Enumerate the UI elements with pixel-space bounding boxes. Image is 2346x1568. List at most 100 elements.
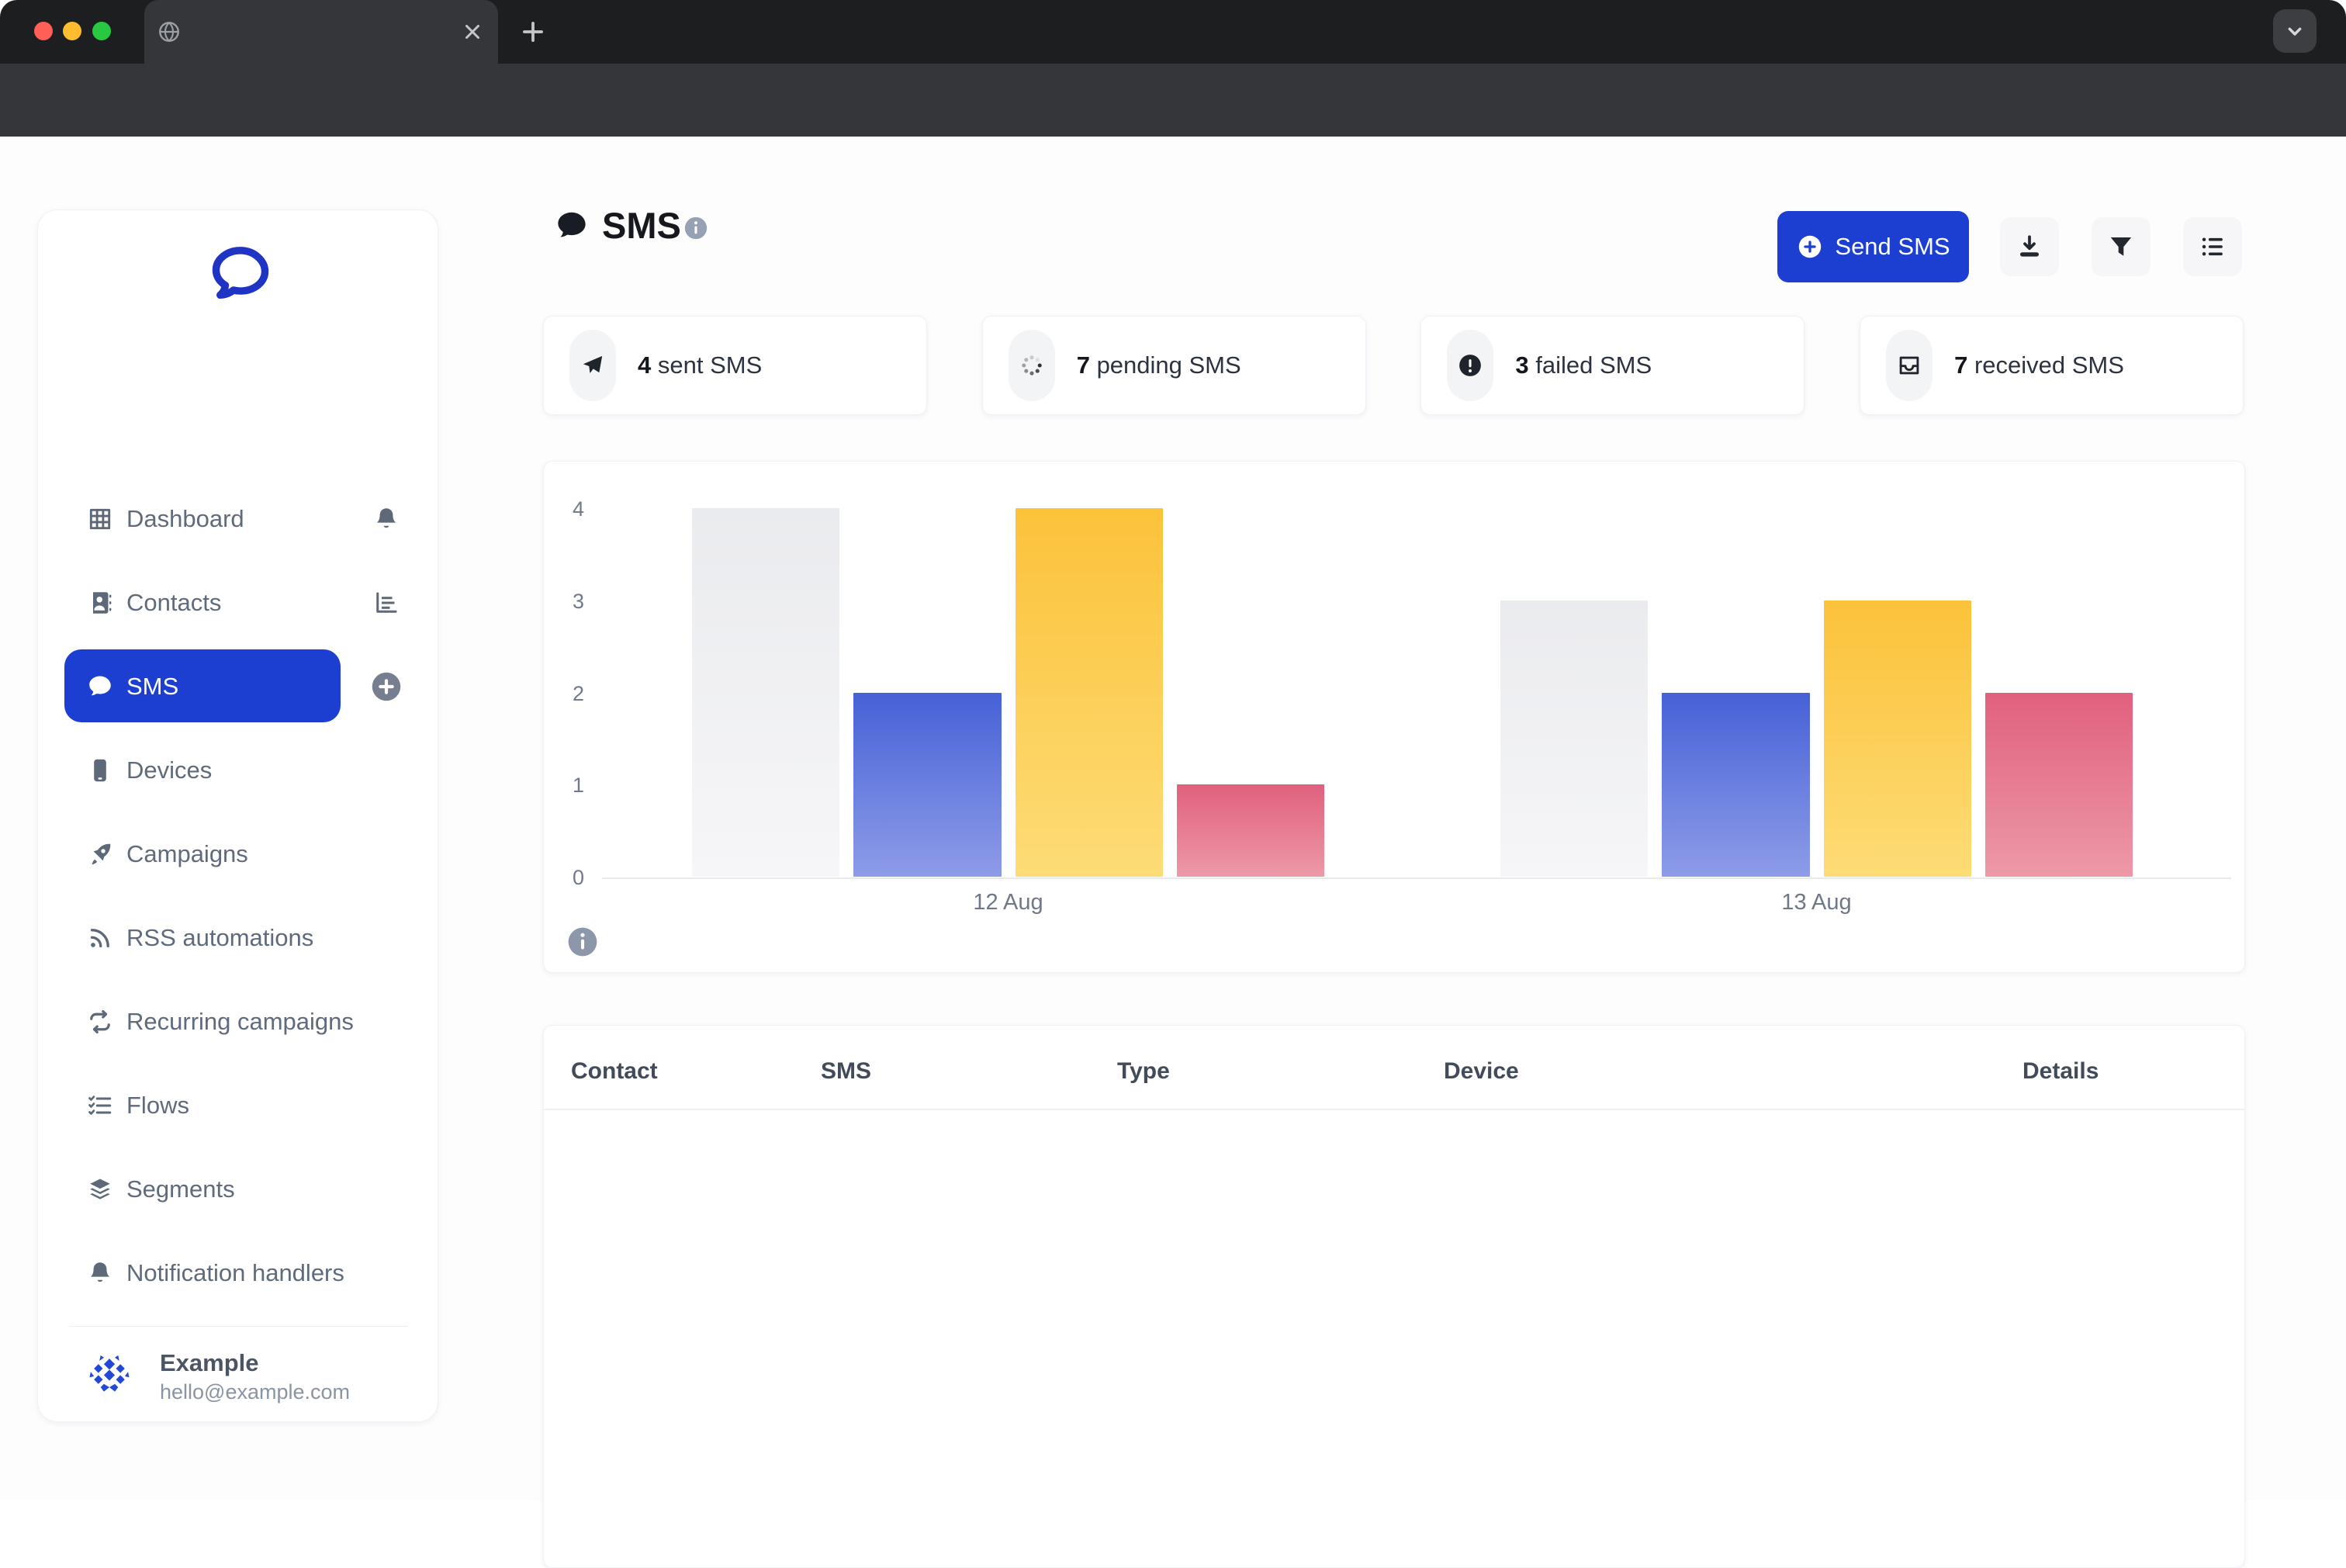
browser-tab[interactable] [144, 0, 498, 64]
new-tab-button[interactable] [518, 17, 548, 47]
sidebar-item-flows[interactable]: Flows [38, 1064, 438, 1147]
sms-title-icon [554, 208, 590, 244]
bar-chart-icon[interactable] [372, 589, 400, 617]
stats-row: 4 sent SMS 7 pending SMS 3 failed SMS 7 … [543, 316, 2245, 415]
stat-card-sent-SMS: 4 sent SMS [543, 316, 927, 415]
tab-close-icon[interactable] [461, 20, 484, 43]
grid-icon [86, 505, 114, 533]
tab-overflow-button[interactable] [2273, 9, 2317, 53]
repeat-icon [86, 1008, 114, 1036]
sidebar-item-sms[interactable]: SMS [38, 645, 438, 729]
y-tick: 4 [550, 497, 584, 521]
sms-table-card: Contact SMS Type Device Details [543, 1025, 2245, 1568]
bar-sent-12-Aug[interactable] [853, 693, 1001, 877]
sidebar-item-label: Recurring campaigns [126, 1008, 354, 1036]
sidebar-item-rss-automations[interactable]: RSS automations [38, 896, 438, 980]
sidebar-item-label: SMS [126, 673, 178, 701]
minimize-window-button[interactable] [63, 22, 81, 40]
inbox-icon [1896, 352, 1922, 379]
x-tick-label: 13 Aug [1500, 890, 2133, 916]
send-icon [580, 352, 606, 379]
app-page: Dashboard Contacts SMS Devices Campaigns… [0, 137, 2346, 1501]
checklist-icon [86, 1092, 114, 1120]
col-device: Device [1444, 1058, 1519, 1085]
list-view-button[interactable] [2183, 217, 2242, 276]
funnel-icon [2107, 233, 2135, 261]
sidebar-item-segments[interactable]: Segments [38, 1147, 438, 1231]
col-type: Type [1117, 1058, 1170, 1085]
filter-button[interactable] [2092, 217, 2150, 276]
sidebar-item-label: Contacts [126, 589, 221, 617]
bell-icon[interactable] [372, 505, 400, 533]
sidebar-item-label: Campaigns [126, 840, 248, 868]
avatar [83, 1348, 136, 1400]
bar-failed-13-Aug[interactable] [1985, 693, 2133, 877]
chart-info-icon[interactable] [566, 925, 600, 959]
col-details: Details [2022, 1058, 2099, 1085]
sidebar-item-label: Notification handlers [126, 1259, 344, 1287]
browser-chrome [0, 0, 2346, 137]
send-sms-button[interactable]: Send SMS [1777, 211, 1969, 282]
sms-chart-card: 4 3 2 1 0 12 Aug 13 Aug [543, 461, 2245, 973]
bar-group-12-Aug [692, 508, 1324, 877]
send-sms-label: Send SMS [1835, 233, 1950, 261]
bar-received-13-Aug[interactable] [1500, 601, 1648, 877]
y-tick: 3 [550, 590, 584, 614]
page-title: SMS [602, 204, 681, 247]
bar-sent-13-Aug[interactable] [1662, 693, 1809, 877]
bell-icon [86, 1259, 114, 1287]
rss-icon [86, 924, 114, 952]
layers-icon [86, 1175, 114, 1203]
sidebar-nav: Dashboard Contacts SMS Devices Campaigns… [38, 477, 438, 1315]
chat-icon [86, 673, 114, 701]
y-tick: 2 [550, 682, 584, 706]
info-icon[interactable] [683, 215, 709, 241]
x-tick-label: 12 Aug [692, 890, 1324, 916]
chart-plot: 4 3 2 1 0 12 Aug 13 Aug [544, 462, 2244, 972]
contact-card-icon [86, 589, 114, 617]
spinner-icon [1019, 352, 1045, 379]
bar-group-13-Aug [1500, 601, 2133, 877]
sidebar-item-label: Flows [126, 1092, 189, 1120]
plus-circle-icon[interactable] [369, 669, 404, 704]
y-tick: 0 [550, 866, 584, 890]
phone-icon [86, 756, 114, 784]
export-button[interactable] [2000, 217, 2059, 276]
x-axis-line [602, 877, 2231, 879]
close-window-button[interactable] [34, 22, 53, 40]
sidebar-item-label: Segments [126, 1175, 235, 1203]
bar-failed-12-Aug[interactable] [1177, 784, 1324, 877]
divider [69, 1326, 408, 1327]
stat-card-failed-SMS: 3 failed SMS [1420, 316, 1804, 415]
alert-circle-icon [1457, 352, 1483, 379]
col-sms: SMS [821, 1058, 871, 1085]
bar-pending-12-Aug[interactable] [1016, 508, 1163, 877]
y-tick: 1 [550, 774, 584, 798]
account-email: hello@example.com [160, 1380, 350, 1404]
bar-received-12-Aug[interactable] [692, 508, 839, 877]
col-contact: Contact [571, 1058, 658, 1085]
sidebar-item-label: RSS automations [126, 924, 313, 952]
sidebar-item-notification-handlers[interactable]: Notification handlers [38, 1231, 438, 1315]
stat-card-received-SMS: 7 received SMS [1860, 316, 2244, 415]
sidebar-item-campaigns[interactable]: Campaigns [38, 812, 438, 896]
sidebar-item-label: Devices [126, 756, 212, 784]
bar-pending-13-Aug[interactable] [1824, 601, 1971, 877]
download-icon [2016, 233, 2043, 261]
sidebar-item-devices[interactable]: Devices [38, 729, 438, 812]
list-icon [2199, 233, 2227, 261]
sidebar-item-recurring-campaigns[interactable]: Recurring campaigns [38, 980, 438, 1064]
app-logo-chat-bubble-icon [208, 241, 273, 306]
tab-strip [0, 0, 2346, 64]
rocket-icon [86, 840, 114, 868]
browser-toolbar [0, 64, 2346, 137]
sidebar: Dashboard Contacts SMS Devices Campaigns… [37, 209, 438, 1422]
sidebar-item-contacts[interactable]: Contacts [38, 561, 438, 645]
plus-circle-icon [1796, 233, 1824, 261]
table-header: Contact SMS Type Device Details [544, 1026, 2244, 1110]
account-name: Example [160, 1349, 259, 1377]
sidebar-item-label: Dashboard [126, 505, 244, 533]
globe-icon [157, 19, 182, 44]
sidebar-item-dashboard[interactable]: Dashboard [38, 477, 438, 561]
maximize-window-button[interactable] [92, 22, 111, 40]
